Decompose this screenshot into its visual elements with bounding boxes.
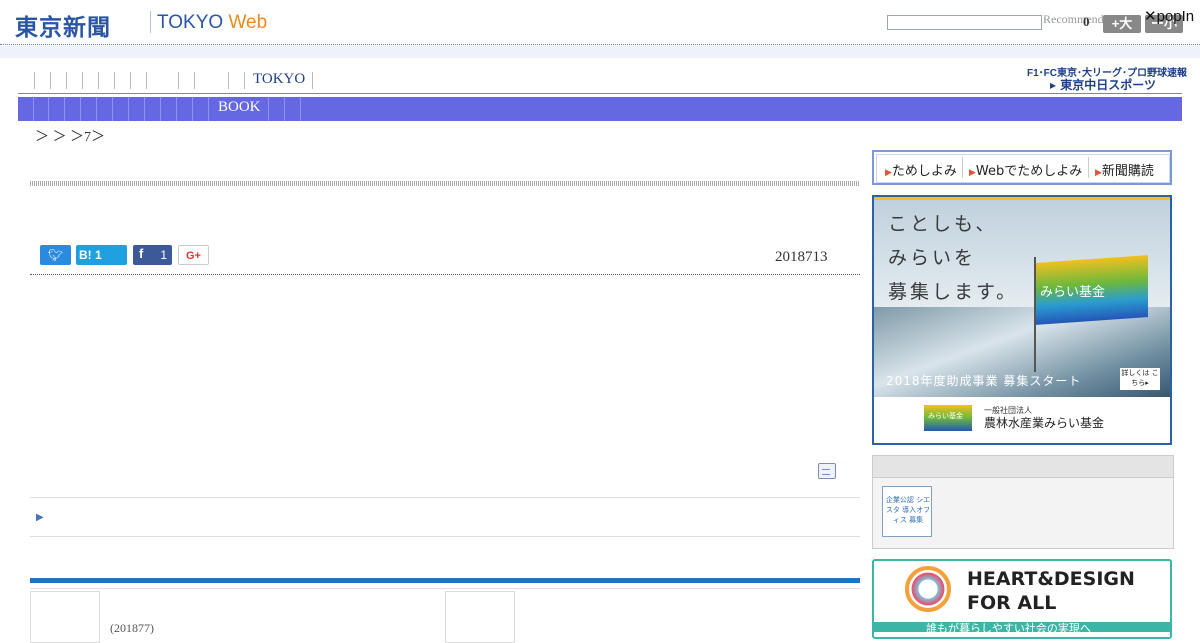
nav-item[interactable] (82, 72, 83, 89)
ad-banner[interactable]: ことしも、 みらいを 募集します。 みらい基金 2018年度助成事業 募集スター… (872, 195, 1172, 445)
ad-subheadline: 2018年度助成事業 募集スタート (886, 374, 1082, 388)
ad-headline-1: ことしも、 (888, 213, 998, 235)
print-icon[interactable] (818, 463, 836, 479)
nav-item[interactable] (178, 72, 179, 89)
title-divider (30, 181, 860, 186)
ad-top-accent (874, 197, 1170, 200)
ad-headline-3: 募集します。 (888, 281, 1019, 303)
nav-item[interactable] (312, 72, 313, 89)
related-caption[interactable]: (201877) (110, 621, 154, 636)
heart-banner-title-1: HEART&DESIGN (967, 568, 1135, 590)
nav-item[interactable] (34, 72, 35, 89)
nav-item[interactable] (114, 72, 115, 89)
sidebar-panel-header (873, 456, 1173, 478)
menu-label: ためしよみ (891, 164, 957, 179)
tokyo-web-logo[interactable]: TOKYO Web (157, 12, 267, 34)
nav-item[interactable] (244, 72, 245, 89)
subnav-item[interactable] (300, 97, 301, 121)
header-divider (0, 44, 1200, 45)
logo-divider (150, 11, 151, 33)
related-divider-top (30, 497, 860, 498)
subnav-item[interactable] (208, 97, 209, 121)
popin-close-button[interactable]: ✕popIn (1144, 7, 1194, 25)
triangle-right-icon: ▶ (1095, 168, 1102, 178)
siesta-banner-text: 企業公認 シエスタ 導入オフィス 募集 (885, 496, 931, 524)
nav-item-tokyo[interactable]: TOKYO (253, 71, 305, 88)
popin-label: popIn (1156, 8, 1195, 25)
breadcrumb[interactable]: ＞ ＞ ＞7＞ (35, 126, 105, 146)
share-google-button[interactable]: G+ (178, 245, 209, 265)
hatena-icon: B! (79, 248, 92, 262)
section-divider (30, 588, 860, 589)
heart-banner-title-2: FOR ALL (967, 592, 1057, 614)
play-arrow-icon[interactable]: ▶ (36, 512, 44, 523)
nav-item[interactable] (50, 72, 51, 89)
nav-item[interactable] (228, 72, 229, 89)
subnav-item[interactable] (284, 97, 285, 121)
section-accent-bar (30, 578, 860, 583)
menu-web-trial-read[interactable]: ▶Webでためしよみ (969, 160, 1082, 179)
subnav-item[interactable] (192, 97, 193, 121)
subnav-item[interactable] (48, 97, 49, 121)
triangle-right-icon: ▶ (885, 168, 892, 178)
search-input[interactable] (887, 15, 1042, 30)
menu-separator (1088, 157, 1089, 178)
menu-trial-read[interactable]: ▶ためしよみ (885, 160, 957, 179)
nav-item[interactable] (194, 72, 195, 89)
menu-label: Webでためしよみ (975, 164, 1083, 179)
nav-item[interactable] (130, 72, 131, 89)
share-twitter-button[interactable]: 🐦︎ (40, 245, 71, 265)
menu-label: 新聞購読 (1101, 164, 1154, 179)
subnav-item[interactable] (96, 97, 97, 121)
nav-item[interactable] (66, 72, 67, 89)
heart-banner-subtitle: 誰もが暮らしやすい社会の実現へ (926, 622, 1091, 635)
mirai-fund-logo: みらい基金 (924, 405, 972, 431)
triangle-right-icon: ▶ (969, 168, 976, 178)
logo-web-text: Web (228, 12, 268, 33)
subnav-item[interactable] (112, 97, 113, 121)
header-band (0, 46, 1200, 58)
subnav-item[interactable] (80, 97, 81, 121)
text-size-up-button[interactable]: +大 (1103, 15, 1141, 33)
subnav-item[interactable] (268, 97, 269, 121)
related-thumbnail[interactable] (30, 591, 100, 643)
flower-logo-icon (905, 566, 951, 612)
subnav-item-book[interactable]: BOOK (218, 99, 261, 116)
subnav-item[interactable] (128, 97, 129, 121)
related-divider-bottom (30, 536, 860, 537)
ad-org-name: 農林水産業みらい基金 (984, 416, 1105, 430)
nav-item[interactable] (98, 72, 99, 89)
article-divider (30, 274, 860, 275)
ad-logo-text: みらい基金 (928, 412, 963, 420)
chunichi-sports-link[interactable]: ▸ 東京中日スポーツ (1050, 76, 1156, 93)
nav-item[interactable] (146, 72, 147, 89)
subnav-item[interactable] (176, 97, 177, 121)
menu-subscribe[interactable]: ▶新聞購読 (1095, 160, 1154, 179)
subnav-item[interactable] (64, 97, 65, 121)
twitter-icon: 🐦︎ (47, 248, 64, 262)
logo-tokyo-text: TOKYO (157, 12, 229, 33)
close-icon: ✕ (1144, 8, 1157, 25)
site-logo[interactable]: 東京新聞 (15, 8, 111, 42)
facebook-count: 1 (160, 248, 167, 262)
subnav-item[interactable] (160, 97, 161, 121)
hatena-count: 1 (95, 248, 102, 262)
share-hatena-button[interactable]: B! 1 (76, 245, 127, 265)
facebook-icon: f (139, 246, 144, 261)
subnav-item[interactable] (33, 97, 34, 121)
menu-separator (962, 157, 963, 178)
subnav-item[interactable] (144, 97, 145, 121)
ad-headline-2: みらいを (888, 247, 977, 269)
nav-divider (18, 93, 1182, 94)
recommend-label: Recommend (1043, 12, 1104, 26)
recommend-count: 0 (1083, 14, 1090, 29)
ad-flag-text: みらい基金 (1040, 285, 1106, 300)
ad-detail-button[interactable]: 詳しくは こちら▸ (1120, 368, 1160, 390)
article-date: 2018713 (775, 249, 828, 265)
related-thumbnail[interactable] (445, 591, 515, 643)
